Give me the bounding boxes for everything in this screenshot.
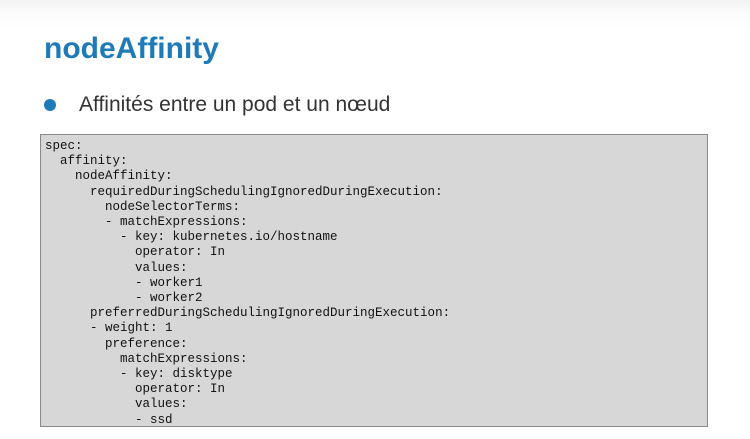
bullet-item: Affinités entre un pod et un nœud [44, 88, 390, 122]
code-line: values: [45, 397, 188, 412]
code-line: nodeSelectorTerms: [45, 199, 241, 214]
bullet-text: Affinités entre un pod et un nœud [79, 93, 391, 116]
code-line: - matchExpressions: [45, 215, 248, 230]
code-line: - key: disktype [45, 367, 233, 382]
code-line: preferredDuringSchedulingIgnoredDuringEx… [45, 306, 451, 321]
slide-title: nodeAffinity [44, 32, 219, 65]
code-line: preference: [45, 336, 188, 351]
code-line: - key: kubernetes.io/hostname [45, 230, 338, 245]
code-line: operator: In [45, 245, 226, 260]
code-line: affinity: [45, 154, 128, 169]
code-line: - ssd [45, 412, 173, 427]
code-line: values: [45, 260, 188, 275]
code-line: - worker1 [45, 275, 203, 290]
code-block: spec: affinity: nodeAffinity: requiredDu… [40, 134, 708, 427]
code-line: operator: In [45, 382, 226, 397]
code-line: nodeAffinity: [45, 169, 173, 184]
code-line: matchExpressions: [45, 351, 248, 366]
bullet-dot-icon [44, 99, 56, 111]
slide: nodeAffinity Affinités entre un pod et u… [0, 0, 750, 439]
code-line: requiredDuringSchedulingIgnoredDuringExe… [45, 184, 443, 199]
code-line: - weight: 1 [45, 321, 173, 336]
code-line: - worker2 [45, 291, 203, 306]
code-line: spec: [45, 139, 83, 153]
